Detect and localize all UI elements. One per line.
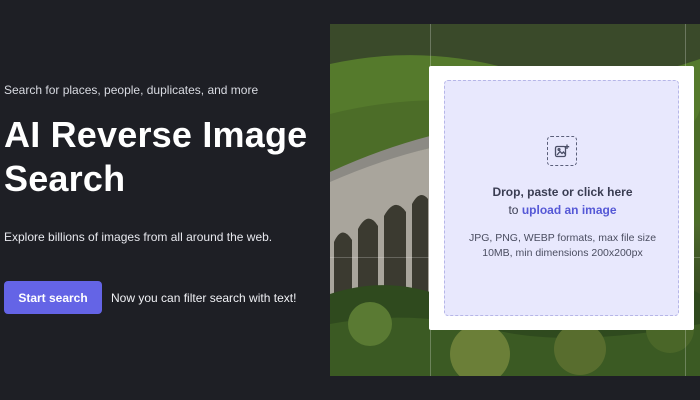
upload-card: Drop, paste or click here to upload an i… [429,66,694,330]
upload-image-link[interactable]: upload an image [522,203,617,217]
drop-prompt: Drop, paste or click here [492,185,633,199]
drop-prompt-line2: to upload an image [445,201,680,219]
page: Search for places, people, duplicates, a… [0,0,700,400]
hero-subtext: Explore billions of images from all arou… [4,230,273,244]
page-title: AI Reverse Image Search [4,114,308,199]
upload-dropzone[interactable]: Drop, paste or click here to upload an i… [444,80,679,316]
start-search-button[interactable]: Start search [4,281,102,314]
drop-prompt-prefix: to [508,203,519,217]
image-upload-icon [547,136,577,166]
upload-requirements: JPG, PNG, WEBP formats, max file size 10… [468,232,657,259]
filter-note: Now you can filter search with text! [111,290,297,305]
hero-tagline: Search for places, people, duplicates, a… [4,83,259,97]
hero-section: Search for places, people, duplicates, a… [4,0,330,400]
cta-row: Start search Now you can filter search w… [4,281,296,314]
